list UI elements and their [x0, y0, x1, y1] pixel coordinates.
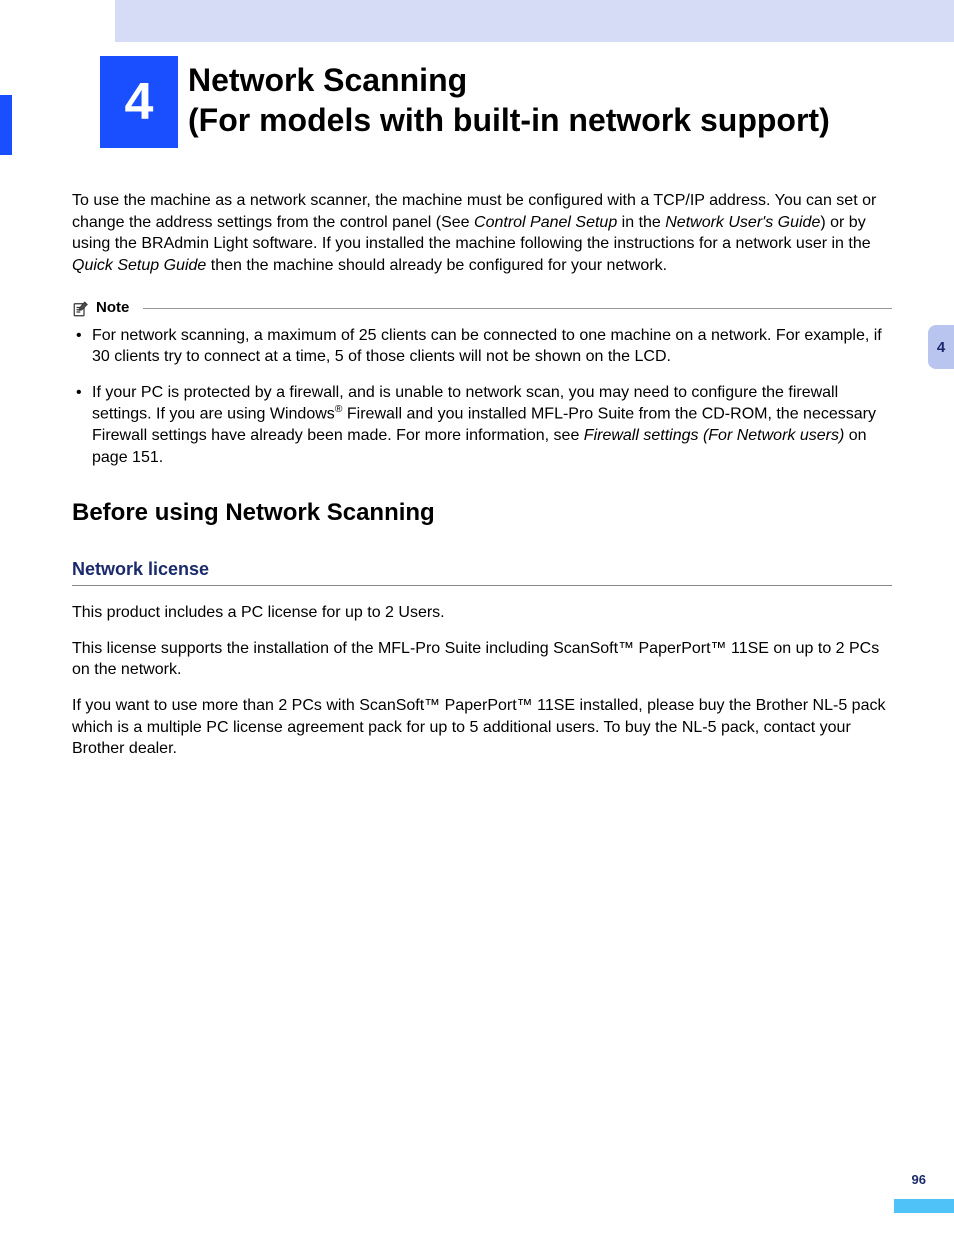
intro-text: then the machine should already be confi…: [206, 257, 667, 274]
note-ref-firewall: Firewall settings (For Network users): [584, 427, 845, 444]
intro-paragraph: To use the machine as a network scanner,…: [72, 190, 892, 276]
intro-ref-control-panel: Control Panel Setup: [474, 214, 617, 231]
note-item-1: For network scanning, a maximum of 25 cl…: [92, 325, 892, 368]
note-list: For network scanning, a maximum of 25 cl…: [72, 325, 892, 469]
chapter-title-line2: (For models with built-in network suppor…: [188, 102, 830, 138]
license-paragraph-1: This product includes a PC license for u…: [72, 602, 892, 624]
chapter-number-box: 4: [100, 56, 178, 148]
intro-ref-network-guide: Network User's Guide: [665, 214, 820, 231]
footer-accent-strip: [894, 1199, 954, 1213]
chapter-title: Network Scanning (For models with built-…: [188, 60, 936, 140]
page-number: 96: [912, 1172, 926, 1187]
note-block: Note For network scanning, a maximum of …: [72, 298, 892, 468]
header-band: [115, 0, 954, 42]
subsection-heading-network-license: Network license: [72, 557, 892, 586]
chapter-side-tab: 4: [928, 325, 954, 369]
note-label: Note: [96, 298, 129, 318]
note-pencil-icon: [72, 300, 90, 318]
left-accent-strip: [0, 95, 12, 155]
note-header-rule: [143, 308, 892, 309]
license-paragraph-3: If you want to use more than 2 PCs with …: [72, 695, 892, 760]
note-item-text: For network scanning, a maximum of 25 cl…: [92, 327, 882, 366]
note-header: Note: [72, 298, 892, 318]
section-heading-before-using: Before using Network Scanning: [72, 497, 892, 529]
chapter-title-line1: Network Scanning: [188, 62, 467, 98]
intro-ref-quick-setup: Quick Setup Guide: [72, 257, 206, 274]
page-content: To use the machine as a network scanner,…: [72, 190, 892, 774]
license-paragraph-2: This license supports the installation o…: [72, 638, 892, 681]
intro-text: in the: [617, 214, 665, 231]
note-item-2: If your PC is protected by a firewall, a…: [92, 382, 892, 469]
